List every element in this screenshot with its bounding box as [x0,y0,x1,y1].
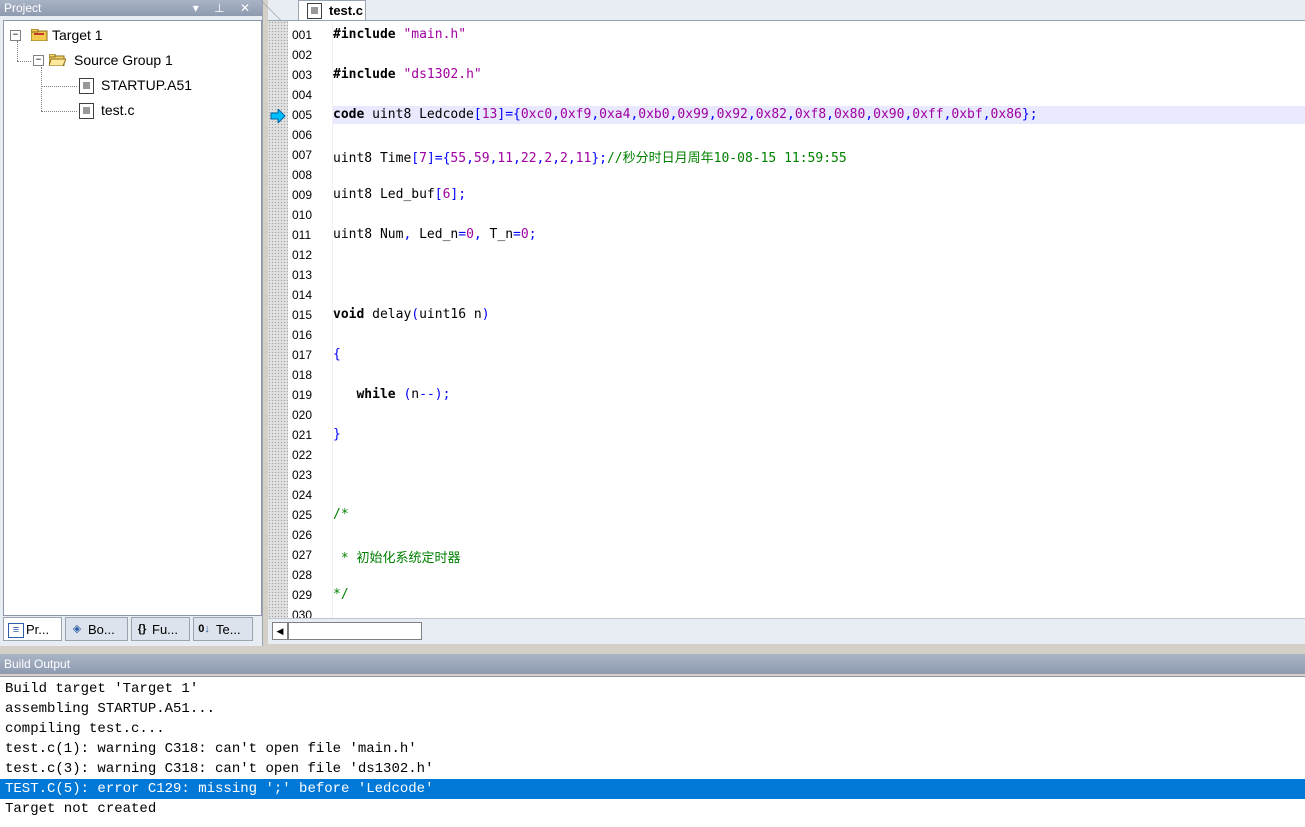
tab-label: test.c [329,3,363,18]
line-number: 016 [292,328,313,342]
code-line: { [333,347,341,362]
tab-label: Te... [216,622,241,637]
output-line[interactable]: compiling test.c... [0,719,1305,739]
file-icon [307,3,322,19]
project-icon: ≡ [8,623,24,638]
line-number: 003 [292,68,313,82]
line-number: 022 [292,448,313,462]
line-number: 023 [292,468,313,482]
line-number: 024 [292,488,313,502]
build-output-panel[interactable]: Build target 'Target 1' assembling START… [0,676,1305,827]
editor-tabbar: test.c [260,0,1305,21]
line-number: 011 [292,228,312,242]
tree-item-label: Target 1 [52,27,103,43]
line-number: 026 [292,528,313,542]
functions-icon: {} [137,623,147,635]
tab-label: Fu... [152,622,179,637]
output-line[interactable]: test.c(1): warning C318: can't open file… [0,739,1305,759]
tab-templates[interactable]: 0↓ Te... [193,617,253,641]
line-number: 004 [292,88,313,102]
line-number: 015 [292,308,313,322]
line-number: 012 [292,248,313,262]
tab-label: Pr... [26,622,50,637]
line-numbers: 001 002 003 004 005 006 007 008 009 010 … [288,21,332,618]
build-output-title: Build Output [0,654,1305,674]
line-number: 020 [292,408,313,422]
tab-books[interactable]: ◈ Bo... [65,617,128,641]
code-line: uint8 Led_buf[6]; [333,187,467,202]
output-line[interactable]: Build target 'Target 1' [0,679,1305,699]
tab-test-c[interactable]: test.c [298,0,366,20]
line-number: 021 [292,428,313,442]
line-number: 007 [292,148,313,162]
code-line: } [333,427,341,442]
books-icon: ◈ [72,623,82,635]
output-line[interactable]: Target not created [0,799,1305,819]
code-line: #include "main.h" [333,27,467,42]
tree-item-label: STARTUP.A51 [101,77,193,93]
line-number: 029 [292,588,313,602]
line-number: 005 [292,108,313,122]
horizontal-scrollbar[interactable]: ◀ [268,618,1305,644]
tab-project[interactable]: ≡ Pr... [3,617,62,641]
current-line-arrow-icon [270,109,286,123]
code-line: #include "ds1302.h" [333,67,482,82]
line-number: 017 [292,348,313,362]
code-line: void delay(uint16 n) [333,307,490,322]
file-icon [79,78,94,94]
output-line[interactable]: test.c(3): warning C318: can't open file… [0,759,1305,779]
output-line[interactable]: assembling STARTUP.A51... [0,699,1305,719]
code-line: * 初始化系统定时器 [333,551,461,566]
line-number: 001 [292,28,313,42]
project-tree: − Target 1 − Source Group 1 STARTUP.A51 [3,20,262,616]
line-number: 018 [292,368,313,382]
templates-icon: 0↓ [198,623,210,635]
collapse-icon[interactable]: − [33,55,44,66]
code-line: uint8 Num, Led_n=0, T_n=0; [333,227,537,242]
output-line[interactable]: TEST.C(5): error C129: missing ';' befor… [0,779,1305,799]
tree-item-source-group[interactable]: − Source Group 1 [33,49,233,71]
scrollbar-thumb[interactable] [288,622,422,640]
project-pane: Project ▾ ⊥ ✕ − Target 1 − Source Group … [0,0,263,646]
tab-functions[interactable]: {} Fu... [131,617,190,641]
project-window-buttons[interactable]: ▾ ⊥ ✕ [193,0,256,16]
line-number: 002 [292,48,313,62]
project-title: Project [4,1,42,15]
code-line: */ [333,587,349,602]
scroll-left-arrow-icon[interactable]: ◀ [272,622,288,640]
tree-item-target[interactable]: − Target 1 [10,24,210,46]
line-number: 008 [292,168,313,182]
line-number: 014 [292,288,313,302]
tree-item-label: test.c [101,102,135,118]
code-line: /* [333,507,349,522]
code-line: while (n--); [356,387,451,402]
tree-item-label: Source Group 1 [74,52,173,68]
project-tabs: ≡ Pr... ◈ Bo... {} Fu... 0↓ Te... [3,617,260,643]
line-number: 006 [292,128,313,142]
folder-open-icon [49,54,66,66]
project-titlebar: Project ▾ ⊥ ✕ [0,0,262,16]
line-number: 030 [292,608,313,618]
code-editor[interactable]: 001 002 003 004 005 006 007 008 009 010 … [268,21,1305,618]
line-number: 025 [292,508,313,522]
file-icon [79,103,94,119]
line-number: 028 [292,568,313,582]
code-line: code uint8 Ledcode[13]={0xc0,0xf9,0xa4,0… [333,107,1038,122]
line-number: 019 [292,388,313,402]
tree-item-file-startup[interactable]: STARTUP.A51 [79,74,249,96]
line-number: 009 [292,188,313,202]
tree-item-file-test[interactable]: test.c [79,99,249,121]
line-number: 010 [292,208,313,222]
code-line: uint8 Time[7]={55,59,11,22,2,2,11};//秒分时… [333,151,847,166]
line-number: 013 [292,268,313,282]
tab-label: Bo... [88,622,115,637]
collapse-icon[interactable]: − [10,30,21,41]
target-folder-icon [31,29,48,41]
line-number: 027 [292,548,313,562]
